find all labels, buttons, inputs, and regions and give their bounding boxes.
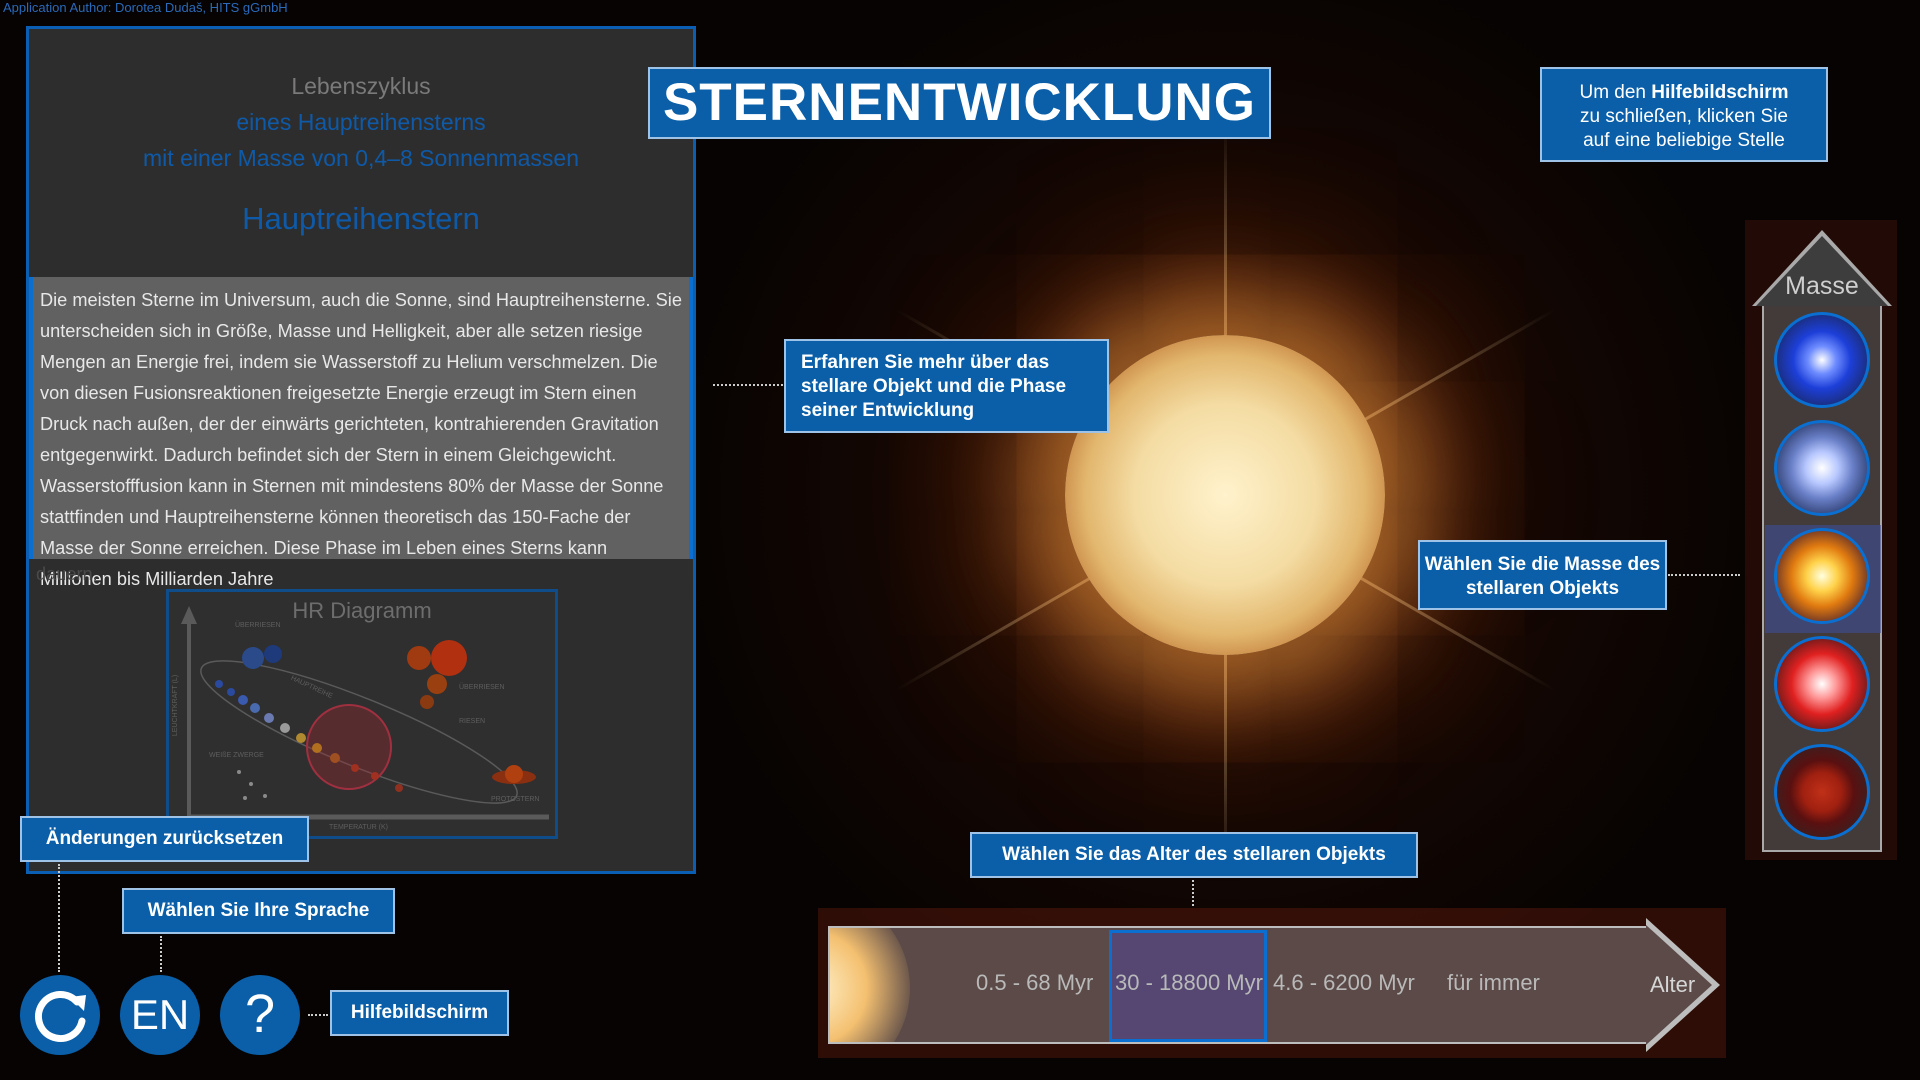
- hr-label-y-axis: LEUCHTKRAFT (L): [172, 674, 180, 737]
- language-connector: [160, 936, 162, 972]
- choose-mass-connector: [1668, 574, 1740, 576]
- help-close-bold: Hilfebildschirm: [1651, 82, 1789, 103]
- choose-age-connector: [1192, 880, 1194, 906]
- info-panel: Lebenszyklus eines Hauptreihensterns mit…: [26, 26, 696, 874]
- age-option-1[interactable]: 0.5 - 68 Myr: [976, 970, 1093, 996]
- mass-option-red-star[interactable]: [1774, 636, 1870, 732]
- page-title: STERNENTWICKLUNG: [648, 67, 1271, 139]
- hr-label-ueberriesen-right: ÜBERRIESEN: [459, 684, 505, 691]
- age-axis-label: Alter: [1650, 972, 1696, 997]
- learn-more-callout: Erfahren Sie mehr über das stellare Obje…: [784, 339, 1109, 433]
- help-connector: [308, 1014, 328, 1016]
- help-callout: Hilfebildschirm: [330, 990, 509, 1036]
- hr-diagram[interactable]: HR Diagramm ÜBERRIESEN ÜBERRIESEN HAUPTR…: [166, 589, 558, 839]
- mass-option-yellow-star[interactable]: [1774, 528, 1870, 624]
- timeline-star-glow: [830, 928, 910, 1042]
- choose-mass-callout: Wählen Sie die Masse des stellaren Objek…: [1418, 540, 1667, 610]
- panel-heading-line1: Lebenszyklus: [291, 73, 431, 99]
- reset-connector: [58, 864, 60, 972]
- language-button[interactable]: EN: [120, 975, 200, 1055]
- age-option-2[interactable]: 30 - 18800 Myr: [1115, 970, 1263, 996]
- age-option-3[interactable]: 4.6 - 6200 Myr: [1273, 970, 1415, 996]
- star-image[interactable]: [1065, 335, 1385, 655]
- help-close-line2: zu schließen, klicken Sie: [1579, 106, 1789, 127]
- hr-label-x-axis: TEMPERATUR (K): [329, 824, 388, 831]
- help-close-prefix: Um den: [1579, 82, 1652, 103]
- choose-age-callout: Wählen Sie das Alter des stellaren Objek…: [970, 832, 1418, 878]
- panel-heading-line3: mit einer Masse von 0,4–8 Sonnenmassen: [143, 145, 579, 171]
- mass-option-blue-white-star[interactable]: [1774, 420, 1870, 516]
- help-button[interactable]: ?: [220, 975, 300, 1055]
- age-option-4[interactable]: für immer: [1447, 970, 1540, 996]
- hr-label-ueberriesen-top: ÜBERRIESEN: [235, 622, 281, 629]
- mass-option-brown-dwarf[interactable]: [1774, 744, 1870, 840]
- learn-more-connector: [713, 384, 783, 386]
- author-credit: Application Author: Dorotea Dudaš, HITS …: [3, 0, 288, 15]
- phase-title: Hauptreihenstern: [242, 201, 480, 236]
- reset-button[interactable]: [20, 975, 100, 1055]
- panel-heading-line2: eines Hauptreihensterns: [236, 109, 486, 135]
- hr-label-riesen: RIESEN: [459, 718, 486, 725]
- reset-icon: [34, 991, 86, 1042]
- phase-description: Die meisten Sterne im Universum, auch di…: [29, 277, 693, 589]
- help-close-hint: Um den Hilfebildschirm zu schließen, kli…: [1540, 67, 1828, 162]
- phase-description-tail: dauern.: [36, 564, 98, 584]
- language-callout: Wählen Sie Ihre Sprache: [122, 888, 395, 934]
- mass-option-blue-supergiant[interactable]: [1774, 312, 1870, 408]
- mass-label: Masse: [1785, 272, 1859, 300]
- hr-label-protosterne: PROTOSTERN: [491, 796, 540, 803]
- reset-callout: Änderungen zurücksetzen: [20, 816, 309, 862]
- hr-label-weisse-zwerge: WEIßE ZWERGE: [209, 752, 264, 759]
- help-close-line3: auf eine beliebige Stelle: [1583, 130, 1785, 151]
